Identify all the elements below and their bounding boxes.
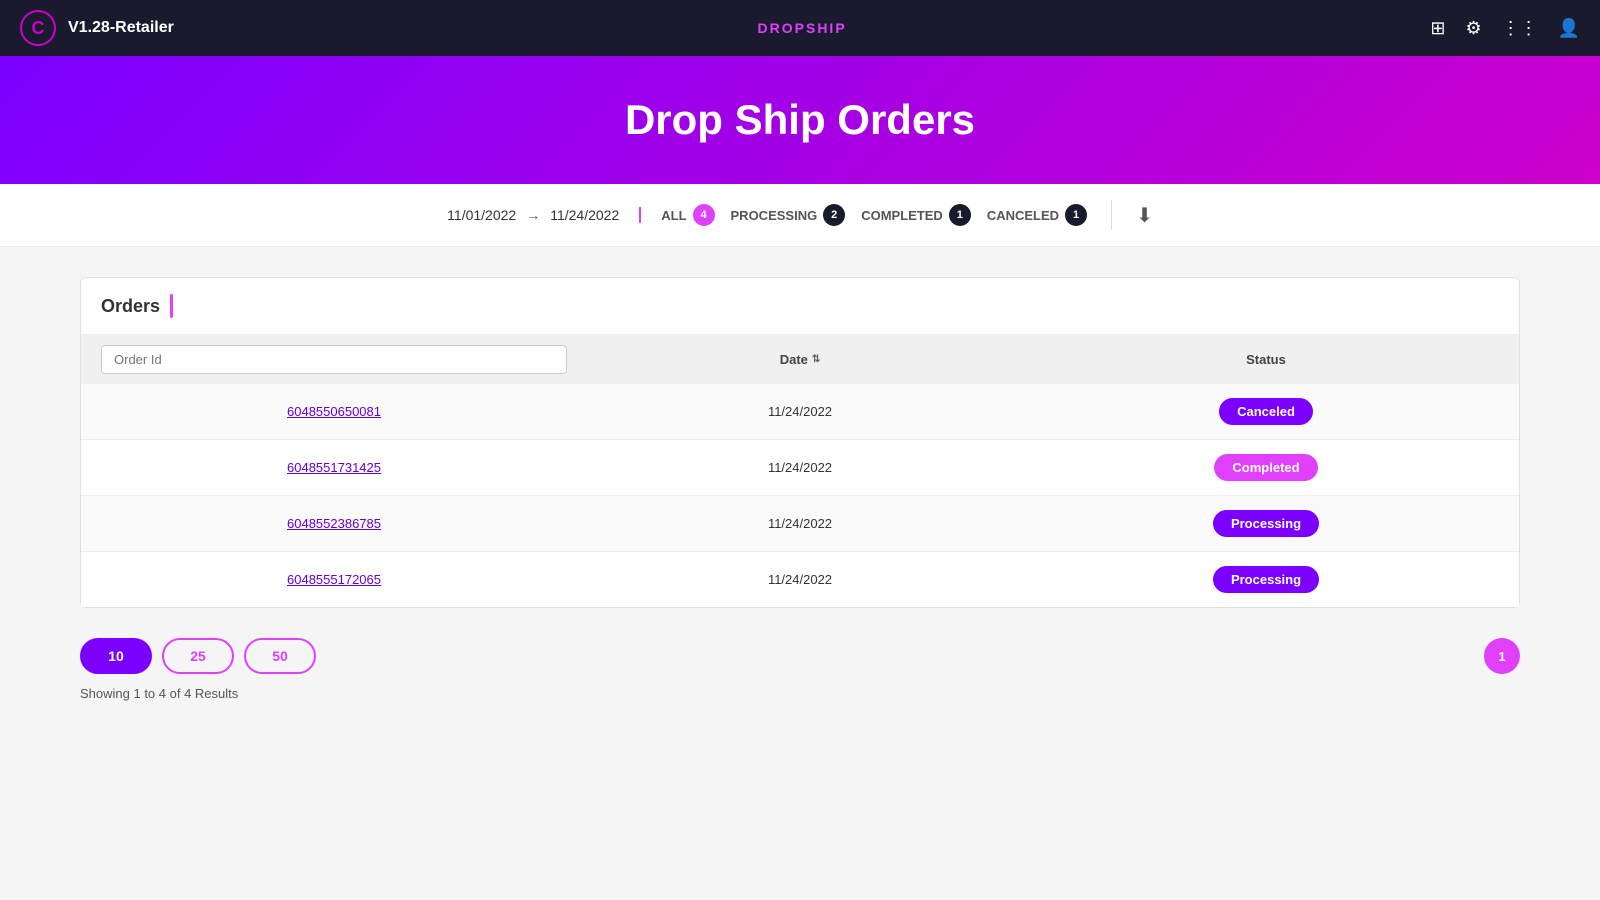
nav-left: C V1.28-Retailer: [20, 10, 174, 46]
arrow-icon: →: [526, 207, 540, 223]
filter-completed-badge: 1: [949, 204, 971, 226]
filter-completed-label: COMPLETED: [861, 208, 943, 223]
hero-banner: Drop Ship Orders: [0, 56, 1600, 184]
filter-tab-all[interactable]: ALL 4: [661, 204, 714, 226]
page-size-25[interactable]: 25: [162, 638, 234, 674]
status-badge: Completed: [1214, 454, 1317, 481]
filter-processing-label: PROCESSING: [731, 208, 818, 223]
search-column[interactable]: [101, 345, 567, 374]
filter-canceled-badge: 1: [1065, 204, 1087, 226]
top-navigation: C V1.28-Retailer DROPSHIP ⊞ ⚙ ⋮⋮ 👤: [0, 0, 1600, 56]
filter-bar: 11/01/2022 → 11/24/2022 ALL 4 PROCESSING…: [0, 184, 1600, 247]
filter-divider: [1111, 200, 1112, 230]
table-row: 6048552386785 11/24/2022 Processing: [81, 496, 1519, 552]
table-row: 6048551731425 11/24/2022 Completed: [81, 440, 1519, 496]
filter-processing-badge: 2: [823, 204, 845, 226]
date-cell: 11/24/2022: [567, 516, 1033, 531]
date-column-header: Date ⇅: [567, 345, 1033, 374]
pagination-row: 10 25 50 1: [80, 628, 1520, 678]
status-cell: Canceled: [1033, 398, 1499, 425]
table-icon[interactable]: ⊞: [1430, 18, 1445, 39]
filter-tabs: ALL 4 PROCESSING 2 COMPLETED 1 CANCELED …: [661, 200, 1153, 230]
date-label: Date: [780, 352, 808, 367]
results-text: Showing 1 to 4 of 4 Results: [80, 686, 1520, 701]
status-column-header: Status: [1033, 345, 1499, 374]
orders-table: Date ⇅ Status 6048550650081 11/24/2022 C…: [81, 335, 1519, 607]
page-title: Drop Ship Orders: [20, 96, 1580, 144]
table-body: 6048550650081 11/24/2022 Canceled 604855…: [81, 384, 1519, 607]
table-header: Date ⇅ Status: [81, 335, 1519, 384]
orders-title: Orders: [101, 296, 160, 317]
orders-header: Orders: [81, 278, 1519, 335]
nav-center-label: DROPSHIP: [758, 20, 847, 36]
filter-tab-canceled[interactable]: CANCELED 1: [987, 204, 1087, 226]
search-input[interactable]: [101, 345, 567, 374]
status-cell: Processing: [1033, 510, 1499, 537]
table-row: 6048555172065 11/24/2022 Processing: [81, 552, 1519, 607]
order-id-link[interactable]: 6048551731425: [101, 460, 567, 475]
download-button[interactable]: ⬇: [1136, 203, 1153, 228]
page-1[interactable]: 1: [1484, 638, 1520, 674]
filter-tab-completed[interactable]: COMPLETED 1: [861, 204, 971, 226]
date-from[interactable]: 11/01/2022: [447, 207, 516, 223]
table-row: 6048550650081 11/24/2022 Canceled: [81, 384, 1519, 440]
date-cell: 11/24/2022: [567, 572, 1033, 587]
page-numbers: 1: [1484, 638, 1520, 674]
status-badge: Processing: [1213, 510, 1319, 537]
date-to[interactable]: 11/24/2022: [550, 207, 619, 223]
logo-icon: C: [20, 10, 56, 46]
order-id-link[interactable]: 6048550650081: [101, 404, 567, 419]
sort-icon[interactable]: ⇅: [812, 354, 820, 365]
filter-all-badge: 4: [693, 204, 715, 226]
orders-title-bar: [170, 294, 173, 318]
orders-card: Orders Date ⇅ Status 6048550650081 11/24…: [80, 277, 1520, 608]
status-cell: Processing: [1033, 566, 1499, 593]
order-id-link[interactable]: 6048552386785: [101, 516, 567, 531]
date-cell: 11/24/2022: [567, 404, 1033, 419]
app-title: V1.28-Retailer: [68, 19, 174, 37]
grid-icon[interactable]: ⋮⋮: [1502, 18, 1538, 39]
settings-icon[interactable]: ⚙: [1465, 18, 1481, 39]
status-badge: Canceled: [1219, 398, 1313, 425]
nav-right: ⊞ ⚙ ⋮⋮ 👤: [1430, 18, 1580, 39]
date-range: 11/01/2022 → 11/24/2022: [447, 207, 641, 223]
page-size-10[interactable]: 10: [80, 638, 152, 674]
page-size-50[interactable]: 50: [244, 638, 316, 674]
status-cell: Completed: [1033, 454, 1499, 481]
main-content: Orders Date ⇅ Status 6048550650081 11/24…: [0, 247, 1600, 731]
filter-canceled-label: CANCELED: [987, 208, 1059, 223]
filter-all-label: ALL: [661, 208, 686, 223]
filter-tab-processing[interactable]: PROCESSING 2: [731, 204, 846, 226]
status-badge: Processing: [1213, 566, 1319, 593]
order-id-link[interactable]: 6048555172065: [101, 572, 567, 587]
page-size-buttons: 10 25 50: [80, 638, 316, 674]
date-cell: 11/24/2022: [567, 460, 1033, 475]
user-icon[interactable]: 👤: [1558, 18, 1580, 39]
